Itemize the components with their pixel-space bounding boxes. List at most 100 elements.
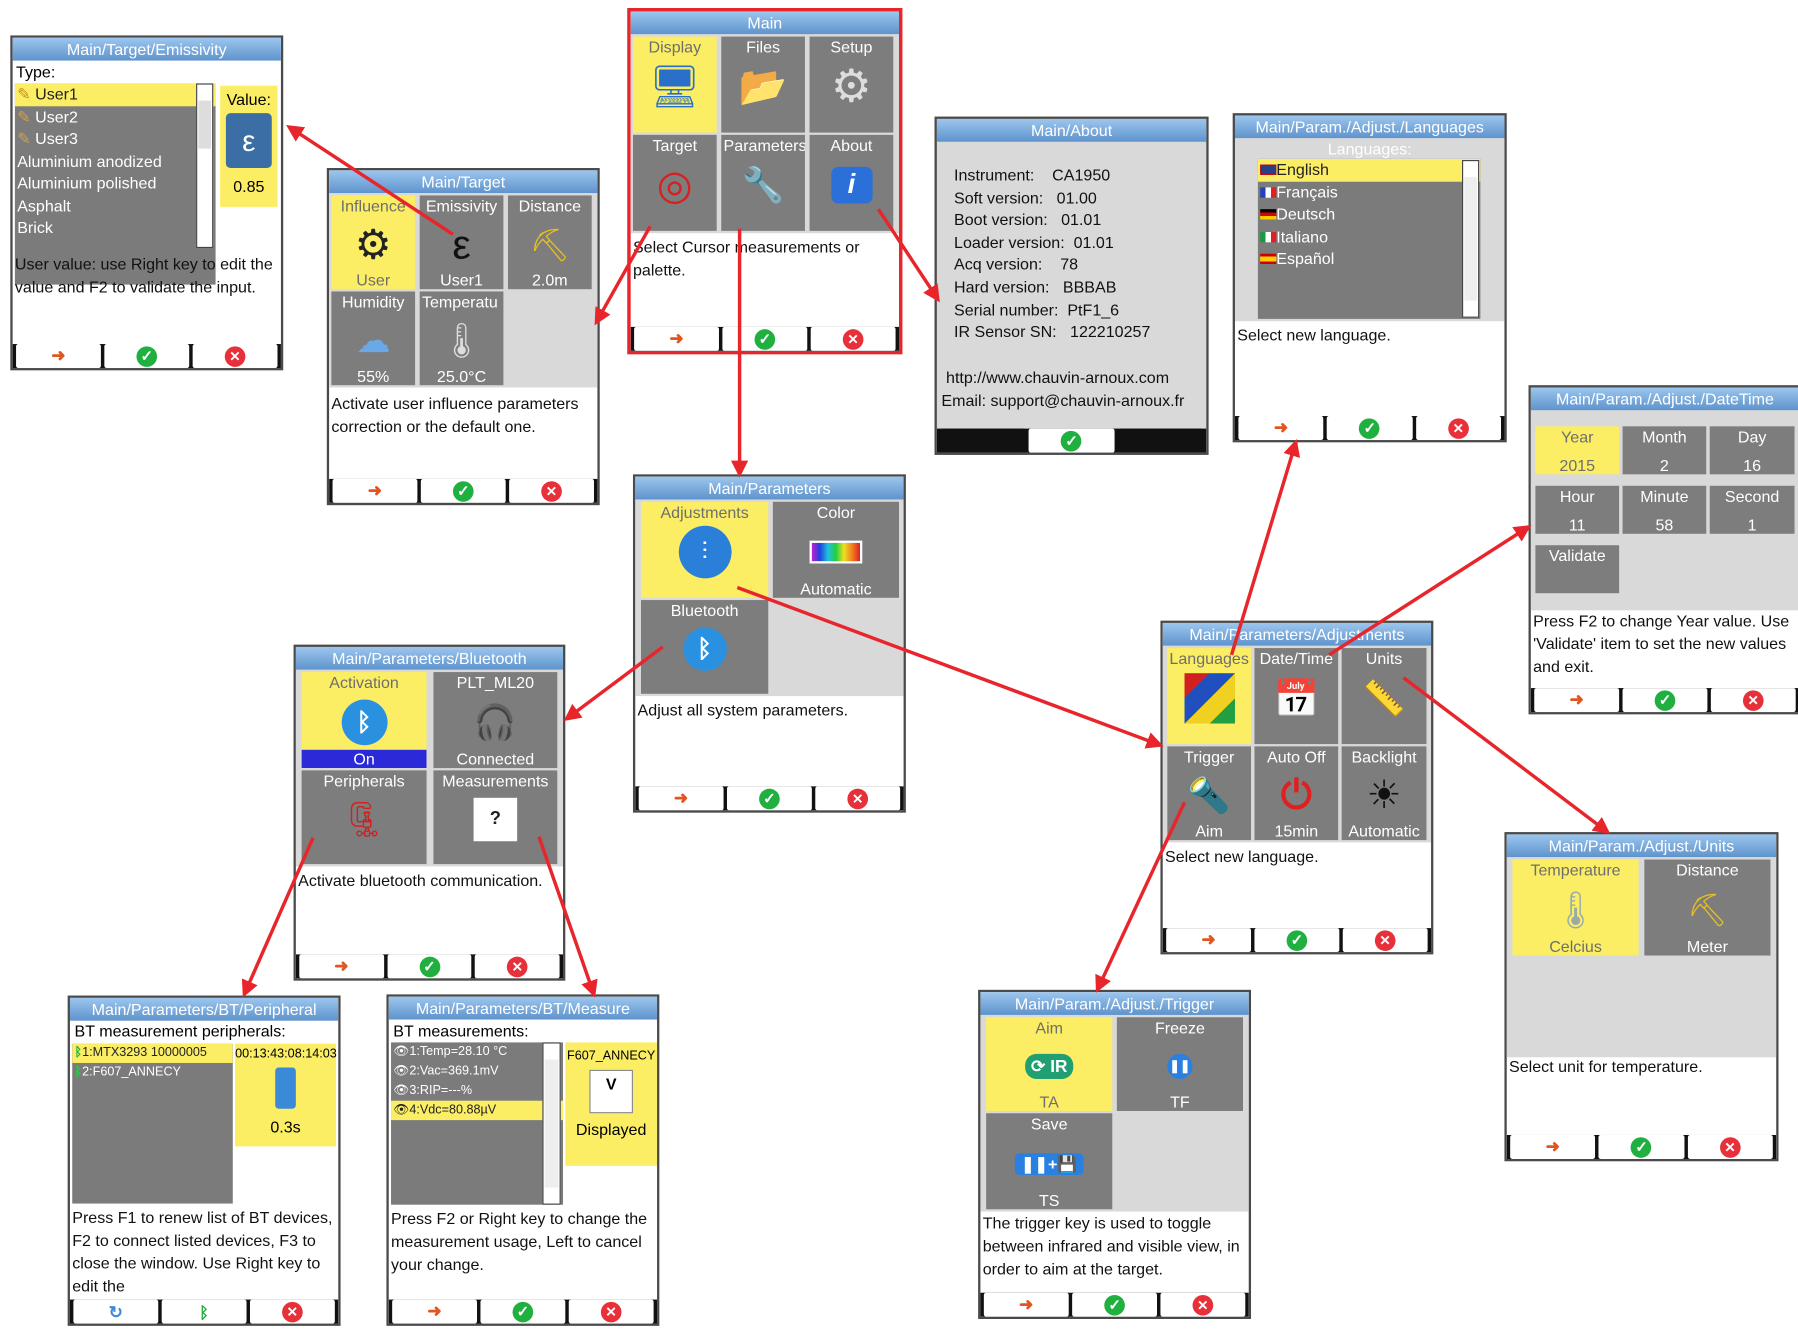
f2-key[interactable]: ✓ [1254,928,1340,953]
tile-second[interactable]: Second 1 [1709,485,1795,534]
tile-about[interactable]: About i [809,134,894,231]
f2-key[interactable]: ✓ [726,786,812,811]
f3-key[interactable]: ✕ [1710,688,1796,713]
tile-distance[interactable]: Distance ⛏ 2.0m [507,195,592,290]
f1-key[interactable]: ➜ [1534,688,1620,713]
scrollbar[interactable] [196,83,214,249]
list-item[interactable]: Français [1258,181,1480,203]
tile-units[interactable]: Units 📏 [1341,648,1427,745]
list-item[interactable]: ✎ User3 [15,128,216,150]
f2-key[interactable]: ✓ [480,1299,566,1324]
f2-key[interactable]: ✓ [1622,688,1708,713]
tile-auto-off[interactable]: Auto Off ⏻ 15min [1254,746,1339,841]
list-item[interactable]: ✎ User1 [14,83,216,106]
tile-backlight[interactable]: Backlight ☀ Automatic [1341,746,1427,841]
f3-key[interactable]: ✕ [810,326,896,351]
f1-key[interactable]: ➜ [332,478,418,503]
tile-year[interactable]: Year 2015 [1535,426,1620,475]
tile-setup[interactable]: Setup ⚙ [809,36,894,133]
f1-key[interactable]: ➜ [16,344,101,369]
validate-button[interactable]: Validate [1535,545,1620,594]
tile-display[interactable]: Display 🖥 [632,36,717,133]
f3-key[interactable]: ✕ [192,344,278,369]
list-item[interactable]: 👁4:Vdc=80.88µV [391,1100,564,1121]
f1-key[interactable]: ➜ [1166,928,1252,953]
f3-key[interactable]: ✕ [1415,416,1501,441]
tile-distance[interactable]: Distance ⛏ Meter [1644,859,1771,956]
tile-day[interactable]: Day 16 [1709,426,1795,475]
tile-aim[interactable]: Aim ⟳ IR TA [986,1017,1113,1111]
tile-month[interactable]: Month 2 [1622,426,1707,475]
support-email[interactable]: Email: support@chauvin-arnoux.fr [941,390,1184,412]
list-item[interactable]: ᛒ1:MTX3293 10000005 [72,1043,233,1063]
f1-key[interactable]: ➜ [1238,416,1324,441]
tile-activation[interactable]: Activation ᛒ On [301,672,427,769]
tile-freeze[interactable]: Freeze ❚❚ TF [1116,1017,1244,1111]
list-item[interactable]: Italiano [1258,226,1480,248]
tile-color[interactable]: Color Automatic [772,501,899,598]
tile-parameters[interactable]: Parameters 🔧 [721,134,805,231]
f3-key[interactable]: ✕ [1160,1292,1246,1317]
tile-target[interactable]: Target ◎ [632,134,717,231]
f1-key[interactable]: ➜ [983,1292,1069,1317]
list-item[interactable]: Asphalt [15,195,216,217]
list-item[interactable]: ᛒ2:F607_ANNECY [72,1063,233,1082]
tile-temperature[interactable]: Temperature 🌡 Celcius [1512,859,1639,956]
tile-influence[interactable]: Influence ⚙ User [331,195,416,290]
f3-key[interactable]: ✕ [249,1299,335,1324]
list-item[interactable]: ✎ User2 [15,106,216,128]
f3-key[interactable]: ✕ [1342,928,1428,953]
tile-files[interactable]: Files 📂 [721,36,805,133]
list-item[interactable]: 👁3:RIP=---% [391,1081,563,1100]
list-item[interactable]: English [1257,158,1481,182]
tile-languages[interactable]: Languages [1167,648,1252,745]
website-link[interactable]: http://www.chauvin-arnoux.com [946,367,1169,389]
list-item[interactable]: Aluminium anodized [15,150,216,172]
list-item[interactable]: 👁1:Temp=28.10 °C [391,1042,563,1061]
f2-key[interactable]: ᛒ [161,1299,247,1324]
list-item[interactable]: Español [1258,248,1480,270]
list-item[interactable]: 👁2:Vac=369.1mV [391,1062,563,1081]
tile-headset[interactable]: PLT_ML20 🎧 Connected [433,672,558,769]
measure-list[interactable]: 👁1:Temp=28.10 °C 👁2:Vac=369.1mV 👁3:RIP=-… [391,1042,564,1205]
list-item[interactable]: Brick [15,217,216,239]
f3-key[interactable]: ✕ [475,954,560,979]
tile-datetime[interactable]: Date/Time 📅 [1254,648,1339,745]
f1-key[interactable]: ➜ [392,1299,478,1324]
tile-temperature[interactable]: Temperatu 🌡 25.0°C [419,291,504,386]
languages-list[interactable]: English Français Deutsch Italiano Españo… [1257,158,1481,319]
tile-peripherals[interactable]: Peripherals 🗜 [301,770,427,865]
tile-adjustments[interactable]: Adjustments ⫶ [640,501,769,598]
f3-key[interactable]: ✕ [1687,1134,1773,1159]
tile-minute[interactable]: Minute 58 [1622,485,1707,534]
f1-key[interactable]: ➜ [638,786,724,811]
f3-key[interactable]: ✕ [815,786,901,811]
f2-key[interactable]: ✓ [104,344,190,369]
tile-save[interactable]: Save ❚❚+💾 TS [986,1113,1113,1210]
f2-key[interactable]: ✓ [1028,428,1115,453]
f2-key[interactable]: ✓ [722,326,808,351]
f1-key[interactable]: ➜ [634,326,719,351]
tile-bluetooth[interactable]: Bluetooth ᛒ [640,600,769,694]
scrollbar[interactable] [1462,160,1480,318]
list-item[interactable]: Aluminium polished [15,173,216,195]
tile-emissivity[interactable]: Emissivity ε User1 [419,195,504,290]
f2-key[interactable]: ✓ [1072,1292,1158,1317]
f2-key[interactable]: ✓ [1598,1134,1685,1159]
tile-trigger[interactable]: Trigger 🔦 Aim [1167,746,1252,841]
tile-humidity[interactable]: Humidity ☁ 55% [331,291,416,386]
function-key-bar: ➜ ✓ ✕ [1506,1134,1777,1159]
f2-key[interactable]: ✓ [1327,416,1413,441]
scrollbar[interactable] [542,1042,561,1205]
f2-key[interactable]: ✓ [420,478,506,503]
peripheral-list[interactable]: ᛒ1:MTX3293 10000005 ᛒ2:F607_ANNECY [72,1043,233,1204]
f1-key[interactable]: ↻ [73,1299,159,1324]
f1-key[interactable]: ➜ [299,954,384,979]
f2-key[interactable]: ✓ [387,954,472,979]
tile-hour[interactable]: Hour 11 [1535,485,1620,534]
f3-key[interactable]: ✕ [568,1299,654,1324]
list-item[interactable]: Deutsch [1258,203,1480,225]
f3-key[interactable]: ✕ [509,478,594,503]
f1-key[interactable]: ➜ [1510,1134,1596,1159]
tile-measurements[interactable]: Measurements? [433,770,558,865]
